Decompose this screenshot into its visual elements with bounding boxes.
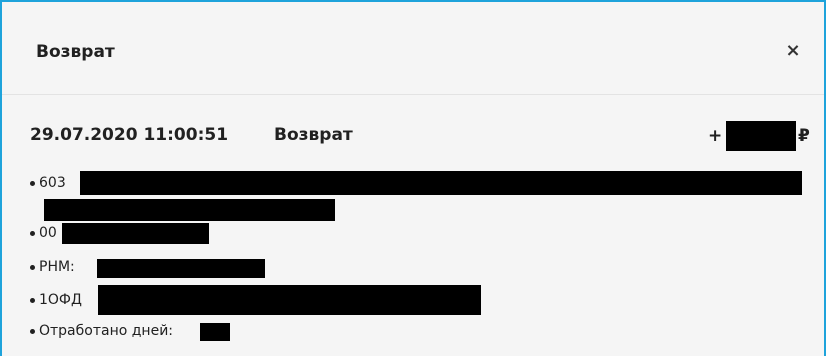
bullet [30, 264, 35, 270]
detail-item: РНМ: [30, 256, 75, 278]
detail-item: Отработано дней: [30, 320, 173, 342]
detail-prefix: 603 [39, 175, 66, 191]
receipt-operation: Возврат [274, 125, 353, 145]
detail-prefix: 1ОФД [39, 292, 82, 308]
dialog-title: Возврат [36, 42, 115, 62]
close-icon[interactable]: × [783, 40, 803, 62]
detail-prefix: Отработано дней: [39, 323, 174, 339]
detail-item: 1ОФД [30, 289, 82, 311]
receipt-details: 603 00 РНМ: 1ОФД Отработано дней: [30, 171, 810, 352]
detail-prefix: РНМ: [39, 259, 75, 275]
receipt-amount: + ₽ [708, 121, 810, 151]
bullet [30, 297, 35, 303]
bullet [30, 230, 35, 236]
detail-redaction [97, 259, 265, 278]
detail-redaction [98, 285, 481, 315]
dialog-header: Возврат × [2, 2, 824, 95]
detail-item: 603 [30, 172, 66, 194]
dialog: Возврат × 29.07.2020 11:00:51 Возврат + … [0, 0, 826, 356]
bullet [30, 328, 35, 334]
receipt-summary: 29.07.2020 11:00:51 Возврат + ₽ [30, 121, 810, 151]
bullet [30, 180, 35, 186]
currency-symbol: ₽ [798, 126, 810, 146]
detail-redaction [200, 323, 230, 341]
receipt-datetime: 29.07.2020 11:00:51 [30, 125, 229, 145]
amount-sign: + [708, 126, 723, 146]
amount-redaction [726, 121, 796, 151]
detail-redaction [44, 199, 335, 221]
detail-item: 00 [30, 222, 57, 244]
detail-redaction [62, 223, 209, 244]
detail-prefix: 00 [39, 225, 57, 241]
detail-redaction [80, 171, 802, 195]
